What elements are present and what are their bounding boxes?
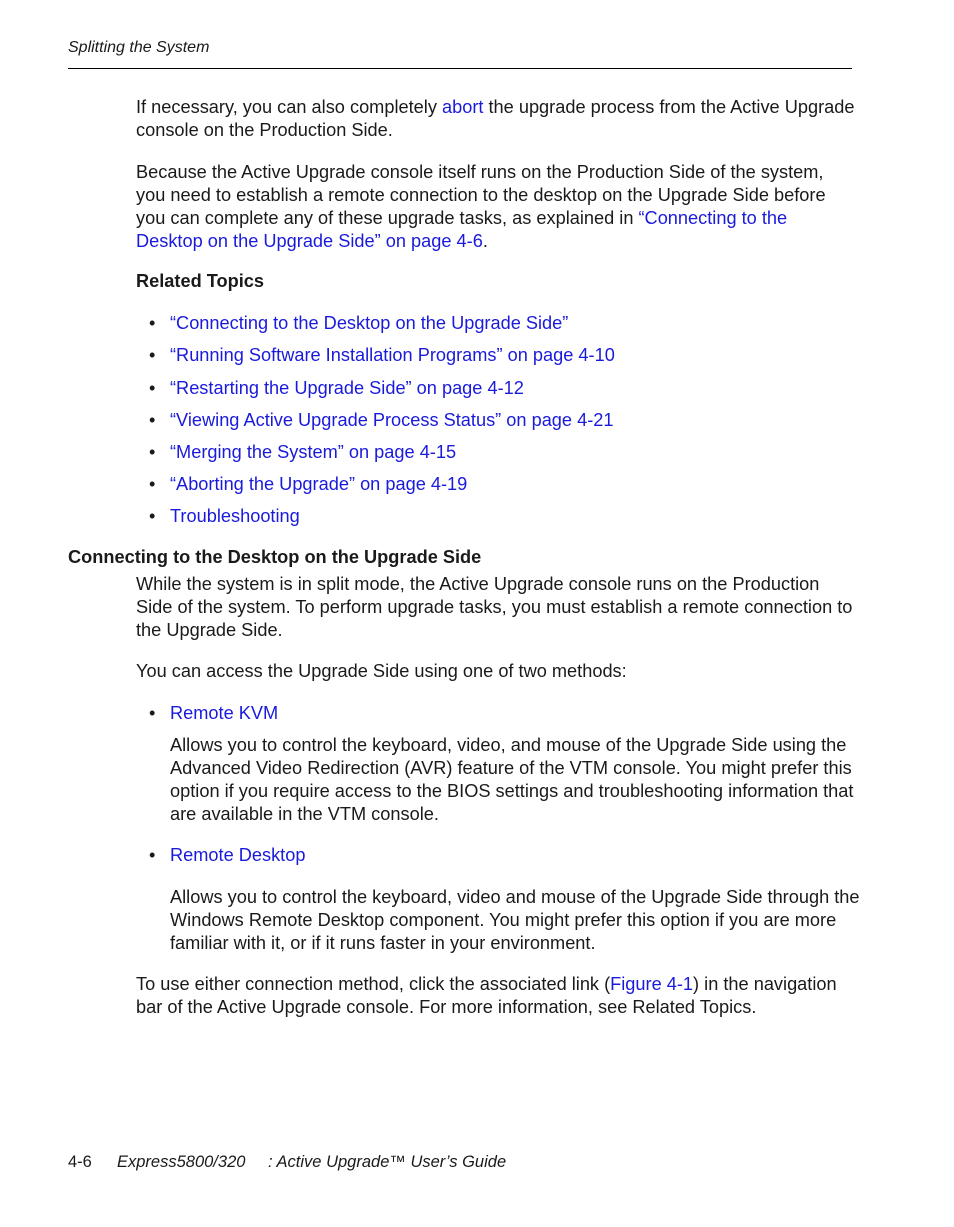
remote-desktop-description: Allows you to control the keyboard, vide…: [170, 887, 860, 953]
figure-link[interactable]: Figure 4-1: [610, 974, 693, 994]
related-topic-link[interactable]: “Aborting the Upgrade” on page 4-19: [170, 473, 467, 496]
product-name: Express5800/320: [117, 1153, 246, 1171]
related-topic-link[interactable]: “Viewing Active Upgrade Process Status” …: [170, 409, 614, 432]
related-topic-link[interactable]: “Connecting to the Desktop on the Upgrad…: [170, 312, 568, 335]
related-topic-link[interactable]: “Merging the System” on page 4-15: [170, 441, 456, 464]
remote-kvm-description: Allows you to control the keyboard, vide…: [170, 735, 854, 824]
related-topic-link[interactable]: “Restarting the Upgrade Side” on page 4-…: [170, 377, 524, 400]
abort-link[interactable]: abort: [442, 97, 483, 117]
related-topics-heading: Related Topics: [136, 271, 265, 291]
section-paragraph-1: While the system is in split mode, the A…: [136, 574, 853, 640]
text: .: [482, 231, 488, 251]
section-paragraph-2: You can access the Upgrade Side using on…: [136, 661, 627, 681]
bullet-icon: •: [149, 845, 156, 865]
text: If necessary, you can also completely: [136, 97, 442, 117]
bullet-icon: •: [149, 410, 156, 430]
bullet-icon: •: [149, 506, 156, 526]
bullet-icon: •: [149, 313, 156, 333]
page-number: 4-6: [68, 1153, 92, 1171]
header-rule: [68, 68, 852, 69]
remote-kvm-link[interactable]: Remote KVM: [170, 702, 278, 725]
section-heading: Connecting to the Desktop on the Upgrade…: [68, 547, 482, 567]
bullet-icon: •: [149, 474, 156, 494]
bullet-icon: •: [149, 345, 156, 365]
remote-desktop-link[interactable]: Remote Desktop: [170, 844, 305, 867]
bullet-icon: •: [149, 703, 156, 723]
bullet-icon: •: [149, 378, 156, 398]
guide-title: : Active Upgrade™ User’s Guide: [268, 1153, 507, 1171]
running-header: Splitting the System: [68, 39, 210, 56]
section-paragraph-3: To use either connection method, click t…: [136, 973, 856, 1019]
related-topic-link[interactable]: “Running Software Installation Programs”…: [170, 344, 615, 367]
troubleshooting-link[interactable]: Troubleshooting: [170, 505, 300, 528]
intro-paragraph-2: Because the Active Upgrade console itsel…: [136, 161, 856, 253]
intro-paragraph-1: If necessary, you can also completely ab…: [136, 96, 856, 142]
bullet-icon: •: [149, 442, 156, 462]
text: To use either connection method, click t…: [136, 974, 611, 994]
